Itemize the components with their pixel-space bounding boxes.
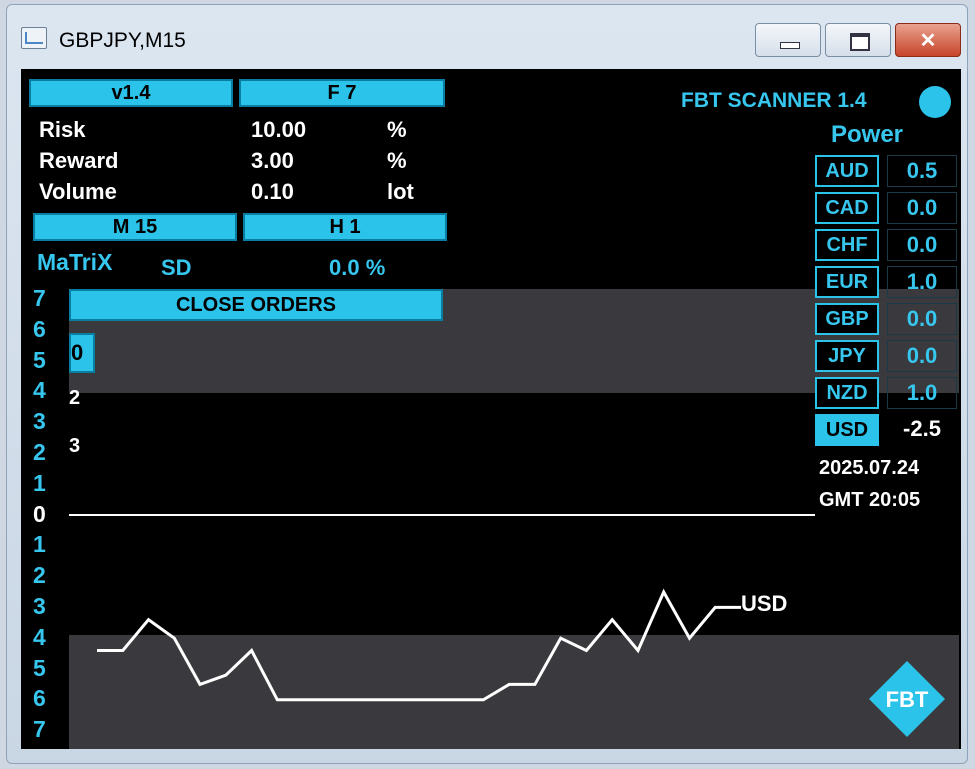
title-bar[interactable]: GBPJPY,M15 ✕ (7, 5, 967, 67)
f7-button[interactable]: F 7 (239, 79, 445, 107)
scale-tick: 3 (33, 593, 46, 619)
series-label-usd: USD (741, 591, 788, 616)
series-line-usd (97, 588, 741, 702)
timeframe-m15-button[interactable]: M 15 (33, 213, 237, 241)
maximize-button[interactable] (825, 23, 891, 57)
currency-button-nzd[interactable]: NZD (815, 377, 879, 409)
scanner-title: FBT SCANNER 1.4 (681, 89, 867, 112)
reward-unit: % (387, 148, 407, 173)
currency-button-cad[interactable]: CAD (815, 192, 879, 224)
minimize-button[interactable] (755, 23, 821, 57)
currency-button-chf[interactable]: CHF (815, 229, 879, 261)
currency-button-jpy[interactable]: JPY (815, 340, 879, 372)
scale-tick: 2 (33, 562, 46, 589)
partial-value-2: 2 (69, 387, 81, 409)
scale-tick: 1 (33, 531, 46, 558)
currency-button-aud[interactable]: AUD (815, 155, 879, 187)
chart-area[interactable]: USD 765432101234567 v1.4 F 7 Risk 10.00 … (21, 69, 961, 749)
partial-value-3: 3 (69, 435, 81, 457)
scale-tick: 1 (33, 469, 46, 496)
scale-tick: 6 (33, 315, 46, 342)
chart-window: GBPJPY,M15 ✕ USD 7 6 5 4 3 2 1 0 1 2 3 4 5 6 7 v1.4 F … (6, 4, 968, 764)
risk-unit: % (387, 117, 407, 142)
currency-button-eur[interactable]: EUR (815, 266, 879, 298)
currency-power-usd: -2.5 (903, 416, 941, 441)
pair-label-partial: SD (161, 255, 192, 280)
close-button[interactable]: ✕ (895, 23, 961, 57)
volume-unit: lot (387, 179, 414, 204)
currency-power-cad: 0.0 (887, 192, 957, 224)
close-icon: ✕ (919, 30, 937, 52)
pair-percent: 0.0 % (329, 255, 386, 280)
scale-tick: 6 (33, 685, 46, 712)
currency-power-gbp: 0.0 (887, 303, 957, 335)
scale-tick: 3 (33, 408, 46, 435)
volume-value[interactable]: 0.10 (251, 179, 294, 205)
scale-tick: 7 (33, 716, 46, 743)
scale-tick: 0 (33, 500, 46, 527)
scale-tick: 5 (33, 346, 46, 373)
close-orders-button[interactable]: CLOSE ORDERS (69, 289, 443, 321)
risk-value[interactable]: 10.00 (251, 117, 306, 143)
matrix-label[interactable]: MaTriX (37, 249, 112, 276)
scale-tick: 4 (33, 623, 46, 650)
scale-tick: 2 (33, 439, 46, 465)
currency-button-usd[interactable]: USD (815, 414, 879, 446)
scale-tick: 4 (33, 377, 46, 404)
scanner-date: 2025.07.24 (819, 457, 920, 479)
currency-power-aud: 0.5 (887, 155, 957, 187)
partial-button[interactable]: 0 (69, 333, 95, 373)
currency-power-chf: 0.0 (887, 229, 957, 261)
version-button[interactable]: v1.4 (29, 79, 233, 107)
reward-value[interactable]: 3.00 (251, 148, 294, 174)
window-title: GBPJPY,M15 (59, 29, 186, 52)
scanner-time: GMT 20:05 (819, 489, 921, 511)
risk-label: Risk (39, 117, 86, 142)
currency-power-eur: 1.0 (887, 266, 957, 298)
svg-text:FBT: FBT (886, 687, 929, 712)
chart-window-icon (21, 27, 47, 49)
scale-tick: 7 (33, 285, 46, 311)
timeframe-h1-button[interactable]: H 1 (243, 213, 447, 241)
status-dot-icon (919, 86, 951, 118)
scale-tick: 5 (33, 654, 46, 681)
fbt-diamond-logo: FBT (869, 661, 945, 737)
volume-label: Volume (39, 179, 117, 204)
currency-power-nzd: 1.0 (887, 377, 957, 409)
maximize-icon (850, 33, 870, 51)
currency-button-gbp[interactable]: GBP (815, 303, 879, 335)
power-label: Power (831, 121, 904, 148)
minimize-icon (780, 42, 800, 49)
reward-label: Reward (39, 148, 119, 173)
currency-power-jpy: 0.0 (887, 340, 957, 372)
